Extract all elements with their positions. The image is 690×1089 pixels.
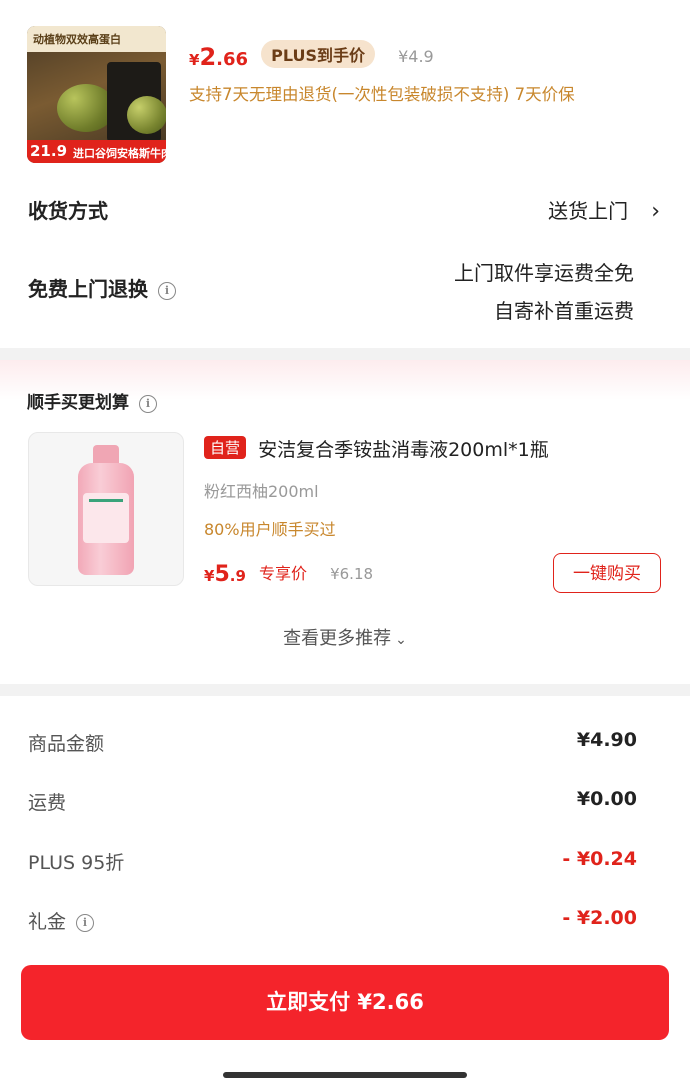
return-policy-line1: 上门取件享运费全免 (454, 261, 634, 285)
recommend-product-spec: 粉红西柚200ml (204, 482, 319, 501)
pay-now-button[interactable]: 立即支付 ¥2.66 (21, 965, 669, 1040)
price-integer: 5 (214, 562, 230, 587)
recommend-product-name: 安洁复合季铵盐消毒液200ml*1瓶 (258, 439, 549, 461)
price-decimal: .9 (229, 567, 246, 585)
recommend-price: ¥5.9 (204, 562, 246, 587)
delivery-method-value: 送货上门 (548, 199, 629, 223)
bottle-label (83, 493, 129, 543)
thumbnail-tag-text: 进口谷饲安格斯牛肉 (73, 147, 166, 160)
see-more-label: 查看更多推荐 (283, 628, 392, 649)
free-return-label: 免费上门退换 (28, 277, 148, 301)
return-policy-text: 上门取件享运费全免 自寄补首重运费 (454, 254, 634, 330)
peas-image-2 (127, 96, 166, 134)
home-indicator[interactable] (223, 1072, 467, 1078)
price-integer: 2 (199, 43, 217, 71)
summary-gift-row: 礼金 i (28, 907, 95, 934)
recommend-bought-stat: 80%用户顺手买过 (204, 520, 336, 539)
summary-label-gift: 礼金 (28, 911, 67, 933)
exclusive-price-label: 专享价 (258, 564, 307, 583)
recommend-title: 顺手买更划算 i (27, 388, 157, 413)
recommend-title-text: 顺手买更划算 (27, 393, 129, 413)
product-price-row: ¥2.66 PLUS到手价 ¥4.9 (189, 40, 434, 71)
chevron-down-icon: ⌄ (395, 632, 407, 648)
see-more-recommendations[interactable]: 查看更多推荐 ⌄ (0, 624, 690, 650)
chevron-right-icon: › (651, 199, 660, 224)
section-divider (0, 684, 690, 696)
product-price: ¥2.66 (189, 43, 249, 71)
thumbnail-price-tag: 21.9 进口谷饲安格斯牛肉 (27, 140, 166, 163)
recommend-price-row: ¥5.9 专享价 ¥6.18 (204, 560, 373, 587)
product-thumbnail[interactable]: 动植物双效高蛋白 21.9 进口谷饲安格斯牛肉 (27, 26, 166, 163)
info-icon[interactable]: i (76, 914, 95, 932)
free-return-row: 免费上门退换 i (28, 273, 176, 302)
thumbnail-band: 动植物双效高蛋白 (27, 26, 166, 52)
summary-label-shipping: 运费 (28, 792, 67, 814)
summary-label-goods: 商品金额 (28, 733, 105, 755)
original-price: ¥4.9 (398, 47, 434, 66)
recommend-product-image[interactable] (28, 432, 184, 586)
bottle-cap (93, 445, 119, 465)
info-icon[interactable]: i (158, 282, 176, 300)
return-policy-line2: 自寄补首重运费 (494, 299, 634, 323)
delivery-method-selector[interactable]: 送货上门 › (548, 195, 660, 224)
currency-symbol: ¥ (204, 567, 215, 585)
self-operated-badge: 自营 (204, 436, 247, 459)
thumbnail-band-text: 动植物双效高蛋白 (33, 33, 121, 46)
delivery-method-label: 收货方式 (28, 199, 108, 223)
summary-value-shipping: ¥0.00 (576, 788, 637, 810)
summary-label-plus-discount: PLUS 95折 (28, 852, 125, 874)
one-click-buy-button[interactable]: 一键购买 (553, 553, 661, 593)
recommend-original-price: ¥6.18 (330, 565, 374, 583)
plus-price-badge: PLUS到手价 (261, 40, 375, 68)
info-icon[interactable]: i (139, 395, 157, 413)
thumbnail-price: 21.9 (30, 142, 68, 160)
support-policy-text[interactable]: 支持7天无理由退货(一次性包装破损不支持) 7天价保 (189, 81, 575, 105)
summary-value-gift: - ¥2.00 (562, 907, 637, 929)
summary-value-goods: ¥4.90 (576, 729, 637, 751)
summary-value-plus-discount: - ¥0.24 (562, 848, 637, 870)
price-decimal: .66 (216, 49, 249, 70)
recommend-product-name-row[interactable]: 自营 安洁复合季铵盐消毒液200ml*1瓶 (204, 435, 549, 462)
currency-symbol: ¥ (189, 51, 200, 69)
section-divider (0, 348, 690, 360)
